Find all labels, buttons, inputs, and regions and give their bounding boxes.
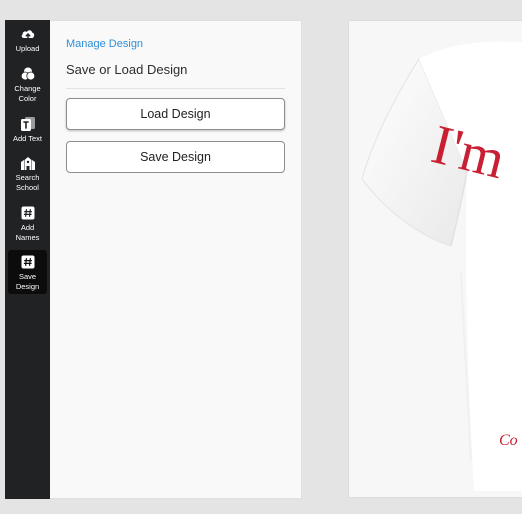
tool-sidebar: Upload Change Color Add Text Search Scho… [5, 20, 50, 499]
sidebar-item-search-school[interactable]: Search School [8, 151, 47, 195]
color-icon [20, 67, 35, 81]
sidebar-item-change-color[interactable]: Change Color [8, 62, 47, 106]
design-preview: I'm Co [348, 20, 522, 498]
sidebar-item-upload[interactable]: Upload [8, 22, 47, 66]
sidebar-item-label: Save Design [15, 272, 40, 291]
manage-design-panel: Manage Design Save or Load Design Load D… [50, 20, 302, 499]
sidebar-item-label: Change Color [14, 84, 41, 103]
upload-icon [21, 30, 34, 41]
sidebar-item-add-text[interactable]: Add Text [8, 112, 47, 156]
tshirt-canvas: I'm Co [361, 41, 522, 491]
panel-title: Save or Load Design [66, 62, 188, 77]
save-design-button[interactable]: Save Design [66, 141, 285, 173]
divider [66, 88, 285, 89]
hash-icon [21, 206, 34, 220]
school-icon [20, 157, 35, 170]
load-design-button[interactable]: Load Design [66, 98, 285, 130]
sidebar-item-label: Search School [15, 173, 40, 192]
sidebar-item-add-names[interactable]: Add Names [8, 201, 47, 245]
hash-icon [21, 255, 34, 269]
text-icon [20, 117, 35, 131]
sidebar-item-save-design[interactable]: Save Design [8, 250, 47, 294]
sidebar-item-label: Add Names [15, 223, 40, 242]
sidebar-item-label: Upload [15, 44, 40, 53]
sidebar-item-label: Add Text [12, 134, 43, 143]
print-text-small: Co [499, 432, 518, 449]
breadcrumb[interactable]: Manage Design [66, 38, 143, 50]
